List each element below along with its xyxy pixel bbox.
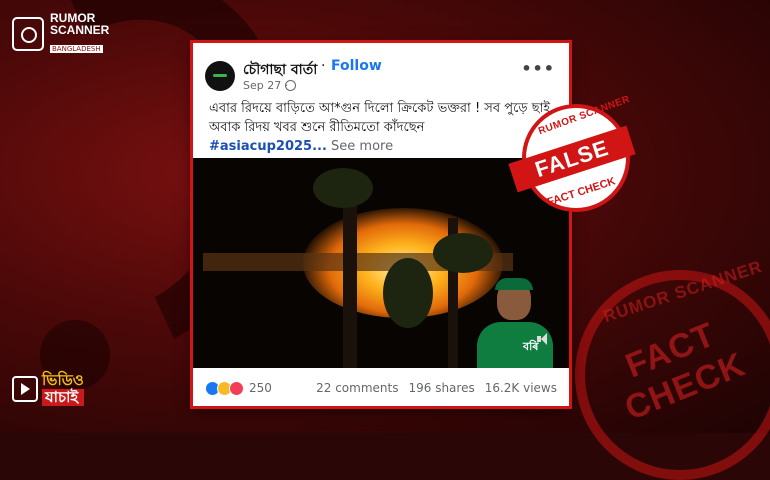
player-hair — [495, 278, 533, 290]
volume-icon[interactable] — [537, 332, 551, 346]
separator-dot: · — [321, 58, 326, 74]
post-header: চৌগাছা বার্তা · Follow Sep 27 · ••• — [193, 43, 569, 93]
tree-canopy — [433, 233, 493, 273]
post-body-text: এবার রিদয়ে বাড়িতে আ*গুন দিলো ক্রিকেট ভ… — [209, 101, 555, 135]
share-count[interactable]: 196 shares — [408, 381, 474, 395]
tree-canopy — [313, 168, 373, 208]
false-verdict-stamp: RUMOR SCANNER FALSE FACT CHECK — [508, 92, 640, 222]
reaction-count: 250 — [249, 381, 272, 395]
reactions[interactable]: 250 — [205, 380, 272, 396]
more-options-button[interactable]: ••• — [521, 59, 555, 78]
globe-icon — [285, 80, 296, 91]
video-badge-line2: যাচাই — [42, 389, 84, 406]
video-check-badge: ভিডিও যাচাই — [12, 372, 84, 406]
page-avatar[interactable] — [205, 61, 235, 91]
follow-button[interactable]: Follow — [331, 58, 382, 74]
comment-count[interactable]: 22 comments — [316, 381, 398, 395]
video-badge-line1: ভিডিও — [42, 371, 84, 389]
logo-line2: SCANNER — [50, 23, 110, 37]
player-overlay: বৰি — [475, 278, 555, 368]
tree-canopy — [383, 258, 433, 328]
scanner-icon — [12, 16, 44, 51]
play-video-icon — [12, 376, 38, 402]
post-date[interactable]: Sep 27 · — [243, 79, 288, 92]
view-count: 16.2K views — [484, 381, 557, 395]
see-more-link[interactable]: See more — [327, 139, 393, 154]
love-icon — [229, 380, 244, 396]
logo-subtitle: BANGLADESH — [50, 45, 103, 53]
rumor-scanner-logo: RUMOR SCANNER BANGLADESH — [12, 12, 109, 55]
engagement-bar: 250 22 comments 196 shares 16.2K views — [205, 378, 557, 398]
post-text: এবার রিদয়ে বাড়িতে আ*গুন দিলো ক্রিকেট ভ… — [209, 99, 559, 156]
hashtag-link[interactable]: #asiacup2025... — [209, 139, 327, 154]
